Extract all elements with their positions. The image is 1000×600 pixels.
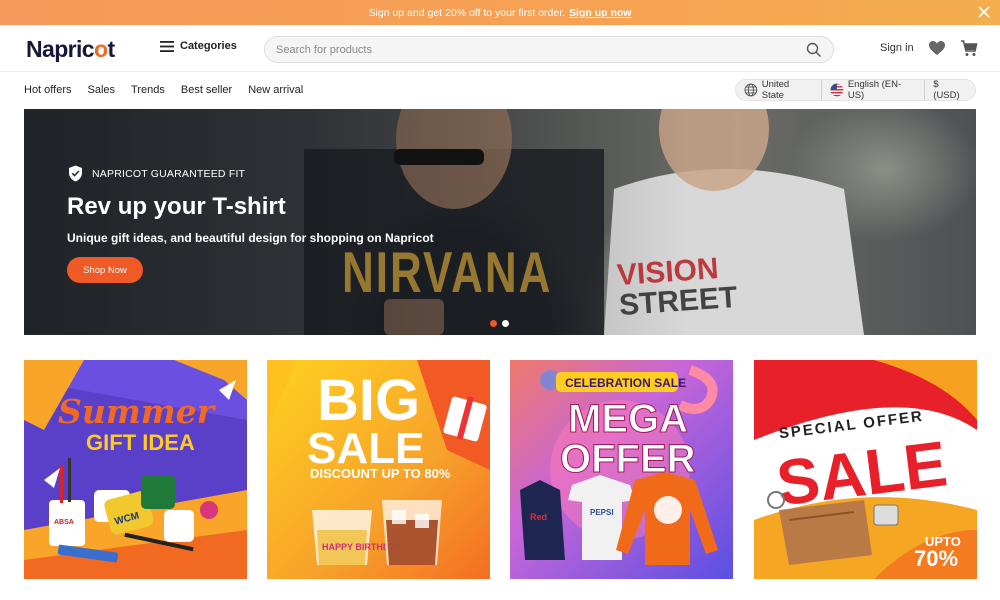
promo-tile-summer-gift[interactable]: Summer GIFT IDEA ABSA WCM	[24, 360, 247, 579]
promo-bar: Sign up and get 20% off to your first or…	[0, 0, 1000, 25]
promo-tile-mega-offer[interactable]: CELEBRATION SALE MEGA OFFER Red PEPSI	[510, 360, 733, 579]
menu-icon	[160, 40, 174, 52]
tee-print-left: NIRVANA	[342, 241, 553, 306]
country-label: United State	[761, 79, 790, 101]
locale-selector: United State English (EN-US) $ (USD)	[735, 79, 976, 101]
tee-print-right: VISION STREET	[616, 252, 738, 322]
logo[interactable]: Napricot	[26, 36, 115, 63]
main-header: Napricot Categories Sign in	[0, 25, 1000, 72]
cart-icon[interactable]	[960, 39, 978, 57]
mega-shirt1-text: Red	[530, 512, 547, 522]
close-icon[interactable]	[976, 4, 992, 20]
summer-title: Summer	[58, 392, 217, 431]
signin-link[interactable]: Sign in	[880, 42, 914, 54]
promo-tile-special-offer[interactable]: SPECIAL OFFER SALE UPTO 70%	[754, 360, 977, 579]
nav-links: Hot offers Sales Trends Best seller New …	[24, 84, 319, 96]
heart-icon[interactable]	[928, 40, 946, 56]
guarantee-text: NAPRICOT GUARANTEED FIT	[92, 167, 246, 180]
us-flag-icon	[830, 83, 844, 97]
currency-selector[interactable]: $ (USD)	[924, 79, 975, 101]
currency-label: $ (USD)	[933, 79, 960, 101]
search-bar	[264, 36, 834, 63]
promo-message: Sign up and get 20% off to your first or…	[368, 6, 566, 19]
globe-icon	[744, 83, 758, 97]
mega-banner-label: CELEBRATION SALE	[565, 376, 686, 390]
search-icon[interactable]	[806, 42, 822, 58]
mega-line2: OFFER	[560, 437, 696, 481]
nav-link-best-seller[interactable]: Best seller	[181, 84, 232, 96]
summer-gift-banner: Summer GIFT IDEA ABSA WCM	[24, 360, 247, 579]
special-offer-banner: SPECIAL OFFER SALE UPTO 70%	[754, 360, 977, 579]
hero-subtitle: Unique gift ideas, and beautiful design …	[67, 231, 434, 245]
carousel-dot-2[interactable]	[502, 320, 509, 327]
big-sale-discount: DISCOUNT UP TO 80%	[310, 466, 451, 481]
special-offer-pct: 70%	[914, 546, 958, 571]
summer-product-text: ABSA	[54, 519, 74, 526]
language-label: English (EN-US)	[847, 79, 902, 101]
big-sale-banner: BIG SALE DISCOUNT UP TO 80% HAPPY BIRTHD…	[267, 360, 490, 579]
mega-offer-banner: CELEBRATION SALE MEGA OFFER Red PEPSI	[510, 360, 733, 579]
mega-shirt2-text: PEPSI	[590, 508, 614, 517]
nav-link-trends[interactable]: Trends	[131, 84, 165, 96]
logo-mark: o	[93, 36, 108, 62]
carousel-dots	[490, 320, 514, 327]
promo-tile-big-sale[interactable]: BIG SALE DISCOUNT UP TO 80% HAPPY BIRTHD…	[267, 360, 490, 579]
hero-banner: NIRVANA VISION STREET NAPRICOT GUARANTEE…	[24, 109, 976, 335]
mega-line1: MEGA	[568, 397, 688, 441]
shop-now-button[interactable]: Shop Now	[67, 257, 143, 283]
nav-link-hot-offers[interactable]: Hot offers	[24, 84, 72, 96]
categories-button[interactable]: Categories	[160, 40, 237, 52]
carousel-dot-1[interactable]	[490, 320, 497, 327]
summer-subtitle: GIFT IDEA	[86, 430, 195, 455]
logo-text: Napric	[26, 36, 95, 62]
language-selector[interactable]: English (EN-US)	[821, 79, 924, 101]
search-input[interactable]	[265, 37, 785, 62]
logo-tail: t	[107, 36, 115, 62]
shield-check-icon	[69, 165, 82, 182]
categories-label: Categories	[180, 40, 237, 52]
nav-link-new-arrival[interactable]: New arrival	[248, 84, 303, 96]
signup-link[interactable]: Sign up now	[569, 7, 631, 19]
guarantee-badge: NAPRICOT GUARANTEED FIT	[68, 165, 245, 182]
country-selector[interactable]: United State	[736, 79, 821, 101]
hero-title: Rev up your T-shirt	[67, 193, 286, 220]
nav-link-sales[interactable]: Sales	[88, 84, 116, 96]
